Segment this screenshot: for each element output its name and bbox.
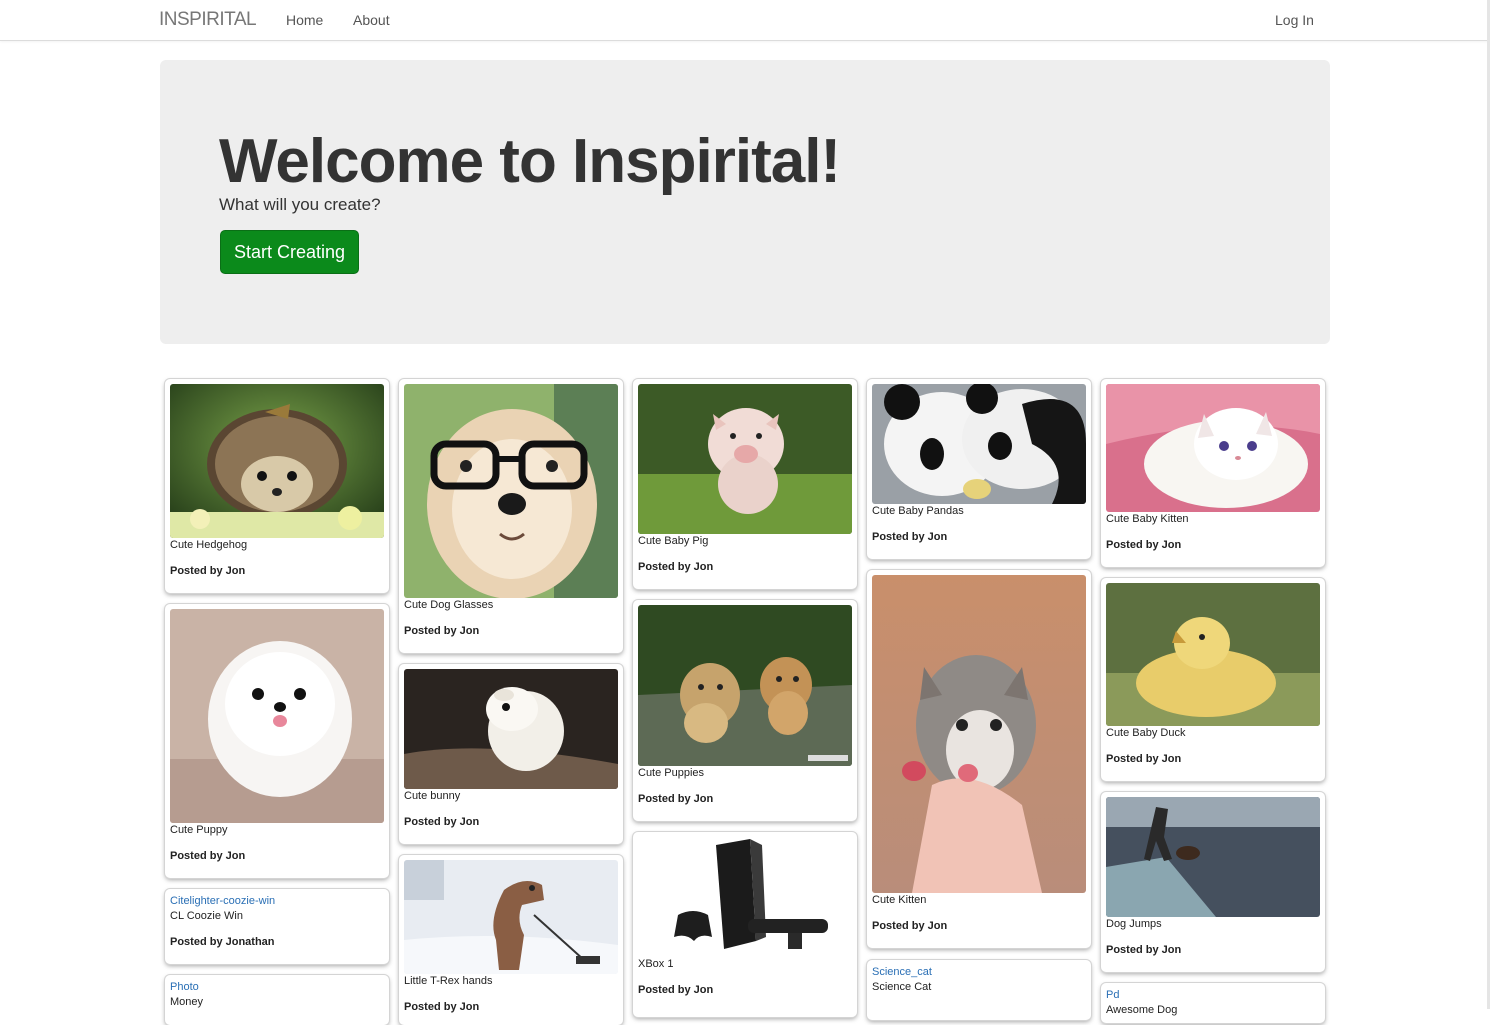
trex-photo[interactable] bbox=[404, 860, 618, 974]
white-kitten-photo[interactable] bbox=[1106, 384, 1320, 512]
pin-link[interactable]: Science_cat bbox=[872, 966, 932, 978]
pin-card[interactable]: Cute Baby Pig Posted by Jon bbox=[633, 379, 857, 589]
pin-author: Posted by Jon bbox=[1106, 944, 1182, 956]
start-creating-button[interactable]: Start Creating bbox=[220, 230, 359, 274]
pin-author: Posted by Jon bbox=[404, 1001, 480, 1013]
pin-author: Posted by Jon bbox=[872, 920, 948, 932]
nav-about-link[interactable]: About bbox=[353, 12, 390, 28]
pin-card[interactable]: Cute Hedgehog Posted by Jon bbox=[165, 379, 389, 593]
pin-author: Posted by Jon bbox=[404, 816, 480, 828]
pin-card[interactable]: Cute Baby Kitten Posted by Jon bbox=[1101, 379, 1325, 567]
welcome-jumbotron: Welcome to Inspirital! What will you cre… bbox=[160, 60, 1330, 344]
piglet-photo[interactable] bbox=[638, 384, 852, 534]
pin-author: Posted by Jonathan bbox=[170, 936, 275, 948]
pin-card[interactable]: Dog Jumps Posted by Jon bbox=[1101, 792, 1325, 972]
pin-caption: Science Cat bbox=[872, 981, 932, 993]
pin-caption: XBox 1 bbox=[638, 958, 674, 970]
page-title: Welcome to Inspirital! bbox=[219, 127, 841, 196]
pin-card[interactable]: Pd Awesome Dog bbox=[1101, 983, 1325, 1023]
xbox-photo[interactable] bbox=[638, 837, 852, 962]
pin-author: Posted by Jon bbox=[1106, 539, 1182, 551]
pin-card[interactable]: XBox 1 Posted by Jon bbox=[633, 832, 857, 1017]
pin-caption: Dog Jumps bbox=[1106, 918, 1162, 930]
top-navbar: INSPIRITAL Home About Log In bbox=[0, 0, 1490, 41]
pin-author: Posted by Jon bbox=[170, 565, 246, 577]
pin-caption: Cute Baby Pig bbox=[638, 535, 709, 547]
pin-card[interactable]: Cute Baby Duck Posted by Jon bbox=[1101, 578, 1325, 781]
pin-caption: Cute Dog Glasses bbox=[404, 599, 494, 611]
pin-card[interactable]: Cute Puppies Posted by Jon bbox=[633, 600, 857, 821]
pin-caption: Cute Baby Duck bbox=[1106, 727, 1186, 739]
pin-author: Posted by Jon bbox=[638, 984, 714, 996]
pin-caption: Cute Hedgehog bbox=[170, 539, 248, 551]
dog-glasses-photo[interactable] bbox=[404, 384, 618, 598]
dog-jump-photo[interactable] bbox=[1106, 797, 1320, 917]
puppies-photo[interactable] bbox=[638, 605, 852, 766]
pin-card[interactable]: Citelighter-coozie-win CL Coozie Win Pos… bbox=[165, 889, 389, 964]
pin-caption: Cute Kitten bbox=[872, 894, 927, 906]
pin-author: Posted by Jon bbox=[404, 625, 480, 637]
pin-author: Posted by Jon bbox=[1106, 753, 1182, 765]
pin-card[interactable]: Science_cat Science Cat bbox=[867, 960, 1091, 1020]
kitten-photo[interactable] bbox=[872, 575, 1086, 893]
brand-logo[interactable]: INSPIRITAL bbox=[159, 9, 257, 31]
pin-card[interactable]: Cute Dog Glasses Posted by Jon bbox=[399, 379, 623, 653]
pin-card[interactable]: Cute Kitten Posted by Jon bbox=[867, 570, 1091, 948]
pin-caption: Awesome Dog bbox=[1106, 1004, 1178, 1016]
pin-author: Posted by Jon bbox=[170, 850, 246, 862]
pin-caption: Cute bunny bbox=[404, 790, 461, 802]
pin-author: Posted by Jon bbox=[638, 793, 714, 805]
pin-caption: Cute Puppies bbox=[638, 767, 705, 779]
white-puppy-photo[interactable] bbox=[170, 609, 384, 823]
duckling-photo[interactable] bbox=[1106, 583, 1320, 726]
pin-author: Posted by Jon bbox=[872, 531, 948, 543]
pin-caption: CL Coozie Win bbox=[170, 910, 243, 922]
pin-author: Posted by Jon bbox=[638, 561, 714, 573]
pin-link[interactable]: Photo bbox=[170, 981, 199, 993]
pin-caption: Cute Baby Kitten bbox=[1106, 513, 1189, 525]
nav-home-link[interactable]: Home bbox=[286, 12, 323, 28]
nav-login-link[interactable]: Log In bbox=[1275, 12, 1314, 28]
hedgehog-photo[interactable] bbox=[170, 384, 384, 538]
pin-caption: Cute Baby Pandas bbox=[872, 505, 964, 517]
pin-link[interactable]: Pd bbox=[1106, 989, 1119, 1001]
pin-card[interactable]: Photo Money bbox=[165, 975, 389, 1025]
pin-card[interactable]: Cute Puppy Posted by Jon bbox=[165, 604, 389, 878]
pin-link[interactable]: Citelighter-coozie-win bbox=[170, 895, 275, 907]
pin-caption: Money bbox=[170, 996, 204, 1008]
bunny-photo[interactable] bbox=[404, 669, 618, 789]
pin-card[interactable]: Cute Baby Pandas Posted by Jon bbox=[867, 379, 1091, 559]
pin-caption: Cute Puppy bbox=[170, 824, 228, 836]
pin-caption: Little T-Rex hands bbox=[404, 975, 493, 987]
jumbotron-subtitle: What will you create? bbox=[219, 195, 381, 214]
pandas-photo[interactable] bbox=[872, 384, 1086, 504]
pin-card[interactable]: Little T-Rex hands Posted by Jon bbox=[399, 855, 623, 1025]
pin-card[interactable]: Cute bunny Posted by Jon bbox=[399, 664, 623, 844]
